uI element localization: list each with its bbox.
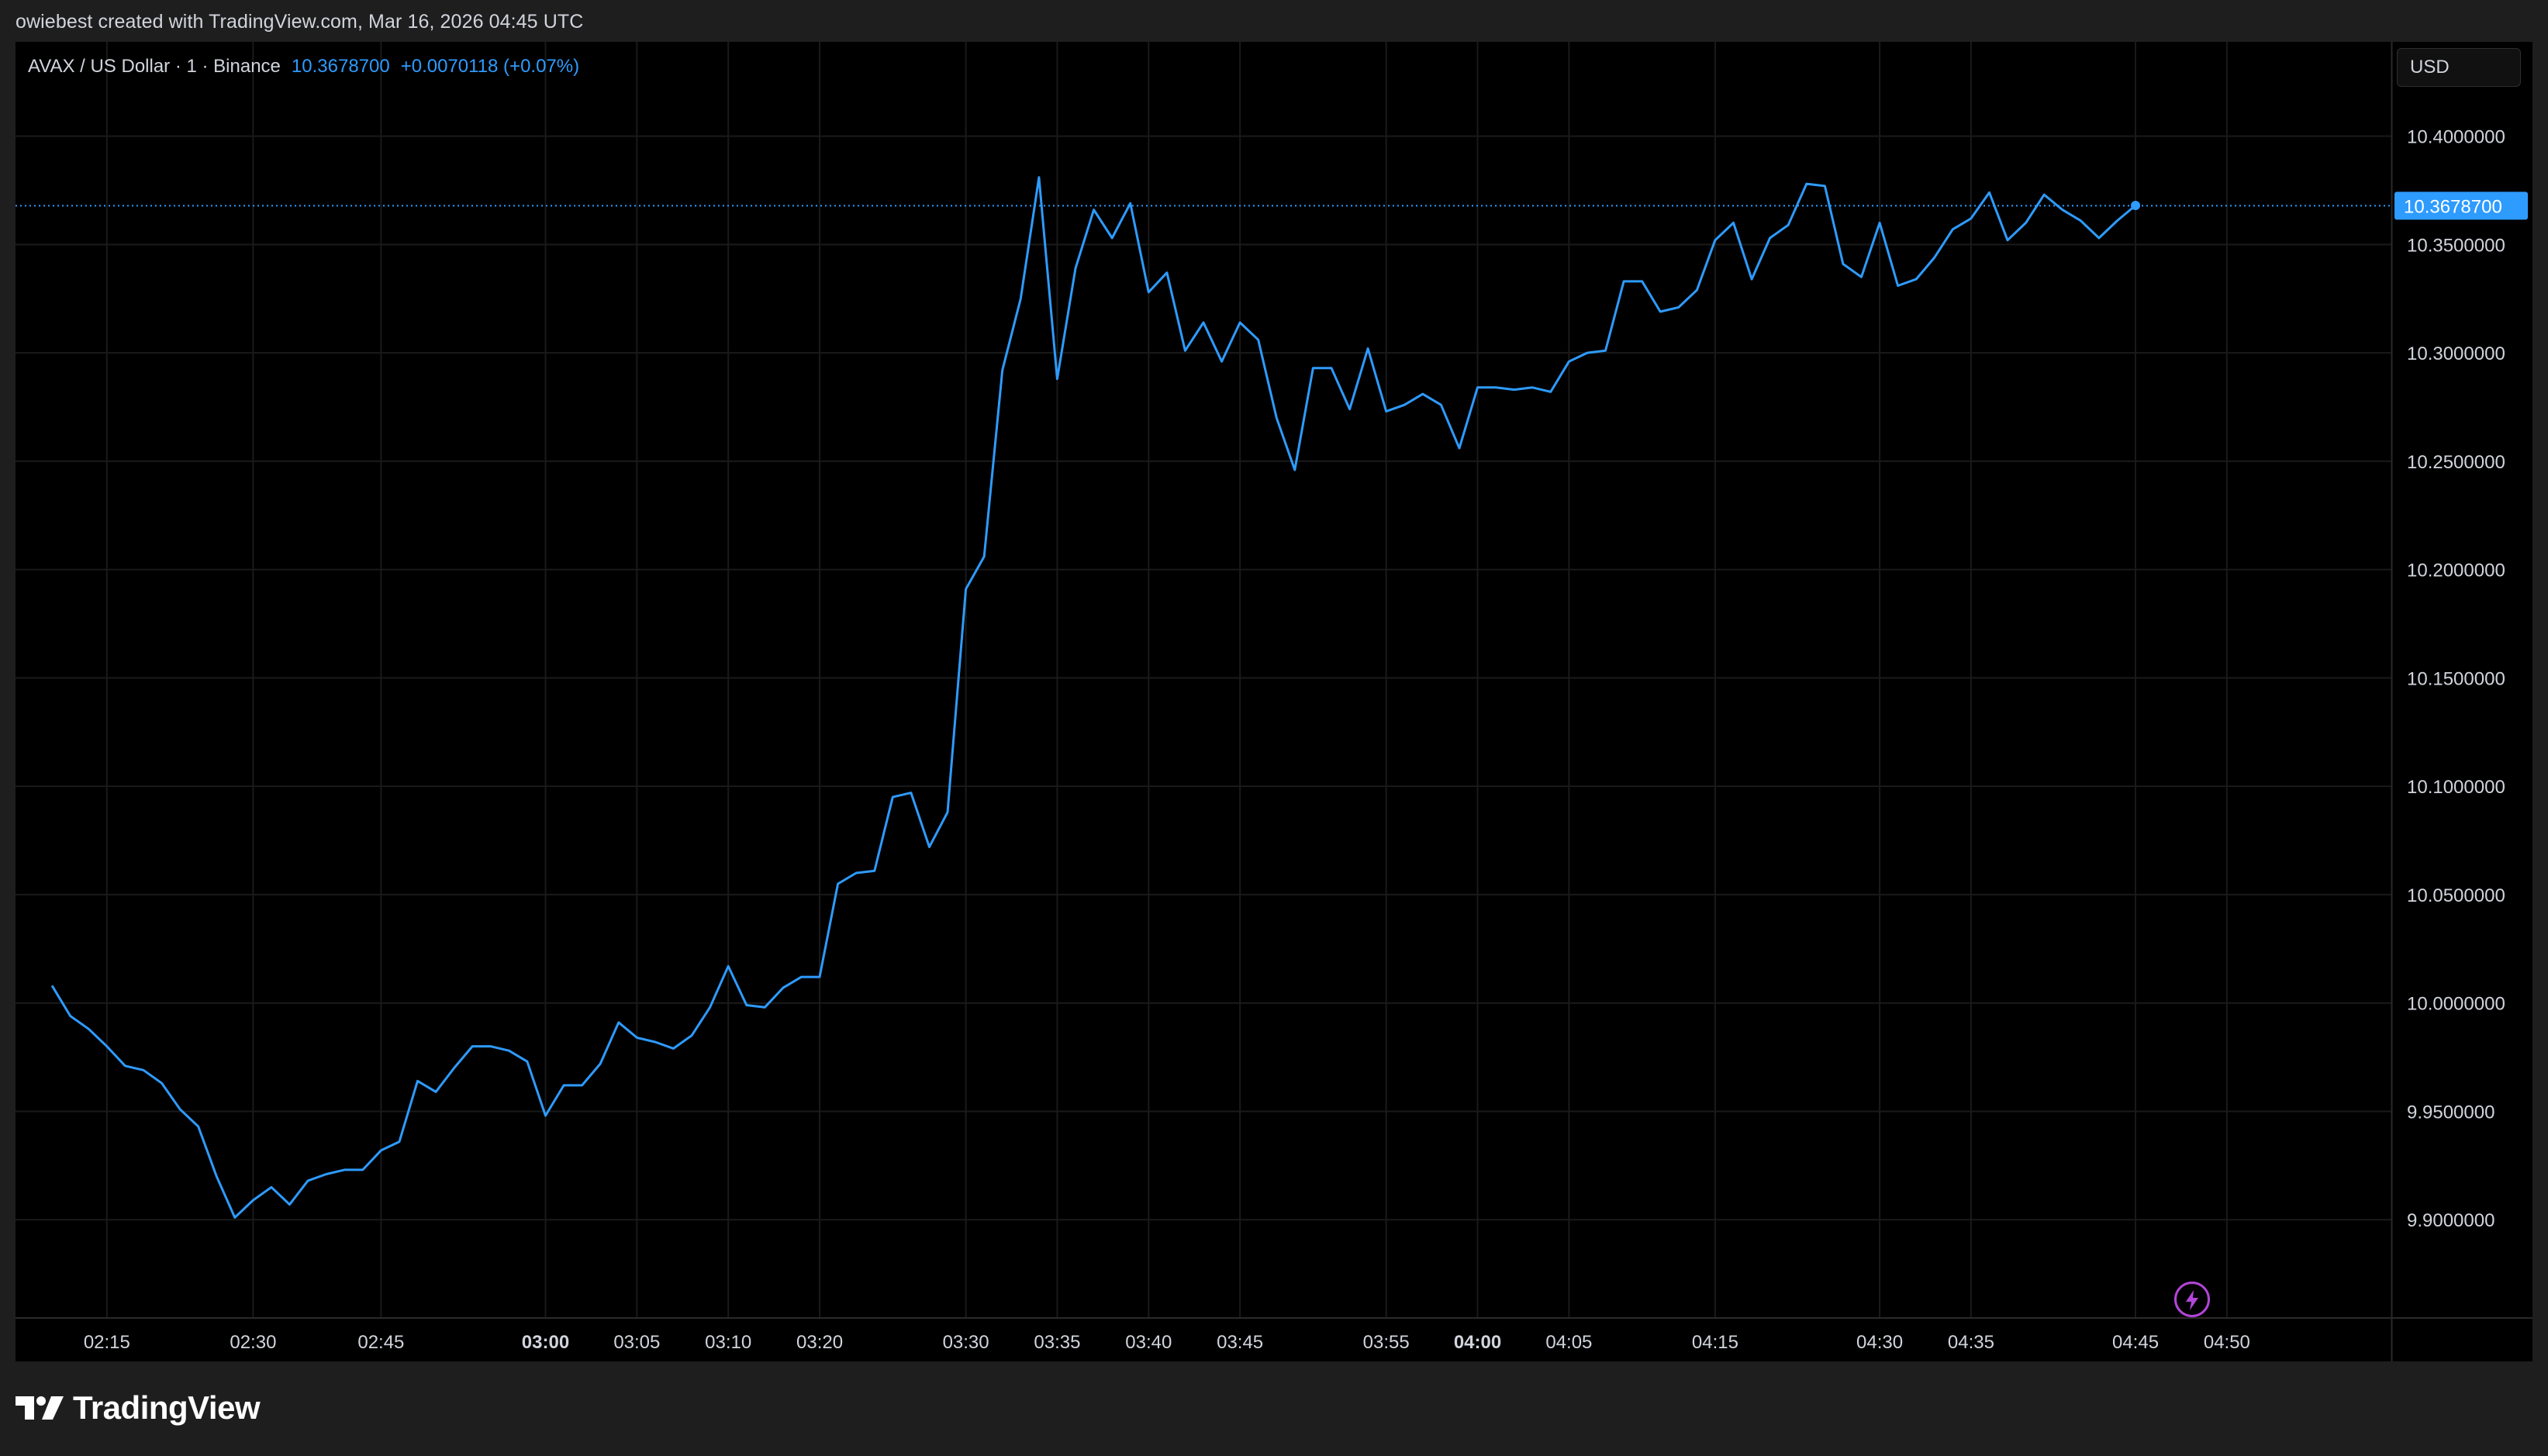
price-series-line[interactable] bbox=[50, 176, 2136, 1219]
legend-last-price: 10.3678700 bbox=[291, 56, 390, 77]
y-tick-label: 10.3500000 bbox=[2407, 235, 2505, 256]
x-tick-label: 04:35 bbox=[1948, 1332, 1994, 1353]
x-tick-label: 04:15 bbox=[1692, 1332, 1738, 1353]
y-tick-label: 9.9000000 bbox=[2407, 1210, 2494, 1231]
last-point-marker bbox=[2131, 201, 2141, 211]
chart-frame[interactable]: 10.4000000 10.3500000 10.3000000 10.2500000… bbox=[16, 42, 2532, 1361]
y-tick-label: 10.1000000 bbox=[2407, 777, 2505, 798]
chart-legend: AVAX / US Dollar · 1 · Binance 10.3678700… bbox=[28, 56, 579, 78]
x-tick-label: 03:40 bbox=[1125, 1332, 1172, 1353]
y-tick-label: 10.0500000 bbox=[2407, 885, 2505, 906]
y-tick-label: 9.9500000 bbox=[2407, 1102, 2494, 1123]
y-tick-label: 10.4000000 bbox=[2407, 127, 2505, 148]
legend-change: +0.0070118 (+0.07%) bbox=[400, 56, 580, 77]
x-tick-label: 03:05 bbox=[613, 1332, 660, 1353]
x-tick-label: 03:20 bbox=[796, 1332, 843, 1353]
x-tick-label: 02:30 bbox=[230, 1332, 276, 1353]
x-tick-label: 03:30 bbox=[943, 1332, 989, 1353]
x-tick-label: 04:05 bbox=[1545, 1332, 1592, 1353]
x-tick-label: 03:00 bbox=[522, 1332, 569, 1353]
y-tick-label: 10.2500000 bbox=[2407, 452, 2505, 473]
x-tick-label: 03:10 bbox=[705, 1332, 751, 1353]
y-tick-label: 10.3000000 bbox=[2407, 343, 2505, 364]
x-tick-label: 03:55 bbox=[1363, 1332, 1410, 1353]
price-chart[interactable]: 10.4000000 10.3500000 10.3000000 10.2500000… bbox=[16, 42, 2532, 1361]
x-tick-label: 02:45 bbox=[357, 1332, 404, 1353]
bolt-glyph bbox=[2186, 1290, 2198, 1310]
x-tick-label: 04:00 bbox=[1454, 1332, 1501, 1353]
x-tick-label: 03:35 bbox=[1034, 1332, 1080, 1353]
x-tick-label: 03:45 bbox=[1217, 1332, 1263, 1353]
y-tick-label: 10.0000000 bbox=[2407, 994, 2505, 1015]
currency-button[interactable]: USD bbox=[2397, 48, 2521, 87]
lightning-bolt-icon[interactable] bbox=[2174, 1282, 2210, 1317]
brand-logo[interactable]: TradingView bbox=[16, 1385, 261, 1431]
x-tick-label: 04:45 bbox=[2112, 1332, 2159, 1353]
x-tick-label: 04:50 bbox=[2204, 1332, 2250, 1353]
x-tick-label: 04:30 bbox=[1856, 1332, 1903, 1353]
y-tick-label: 10.2000000 bbox=[2407, 561, 2505, 581]
attribution-text: owiebest created with TradingView.com, M… bbox=[16, 11, 584, 33]
tradingview-logo-icon bbox=[16, 1396, 64, 1420]
legend-symbol: AVAX / US Dollar · 1 · Binance bbox=[28, 56, 281, 77]
x-tick-label: 02:15 bbox=[84, 1332, 130, 1353]
y-tick-label: 10.1500000 bbox=[2407, 668, 2505, 689]
brand-wordmark: TradingView bbox=[73, 1389, 261, 1426]
last-price-tag-text: 10.3678700 bbox=[2404, 196, 2502, 217]
